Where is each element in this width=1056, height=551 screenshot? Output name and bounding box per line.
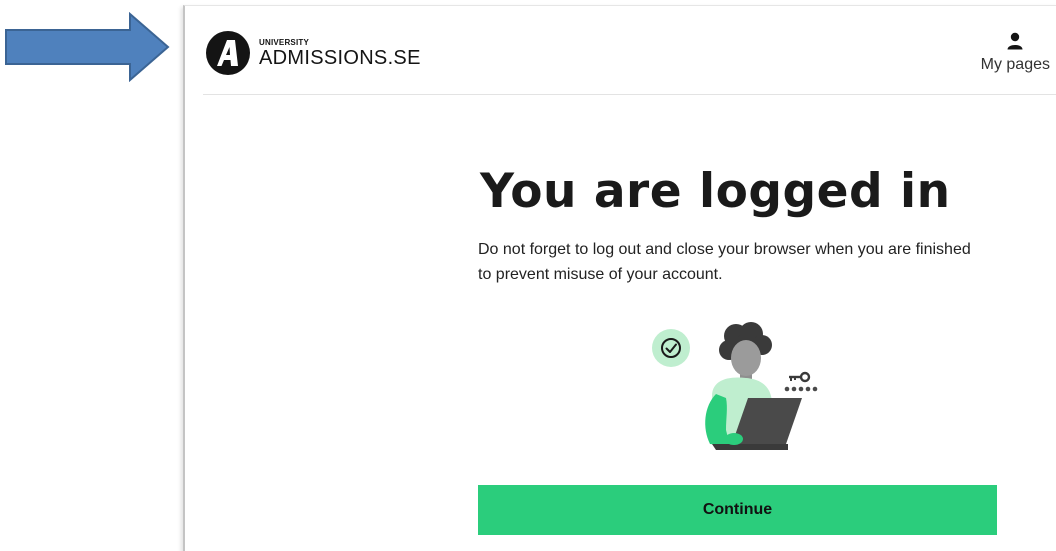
my-pages-link[interactable]: My pages [981,32,1050,74]
person-face [731,340,761,376]
person-hand [725,433,743,445]
logout-reminder-text: Do not forget to log out and close your … [478,241,971,283]
person-icon [1007,32,1023,50]
continue-button[interactable]: Continue [478,485,997,535]
my-pages-label: My pages [980,56,1050,73]
site-logo[interactable]: UNIVERSITY ADMISSIONS.SE [206,30,421,76]
site-header: UNIVERSITY ADMISSIONS.SE My pages [203,6,1056,95]
key-icon [789,371,811,383]
logo-wordmark: UNIVERSITY ADMISSIONS.SE [259,37,421,69]
check-circle-icon [652,329,690,367]
logo-a-icon [217,40,238,66]
screenshot-stage: UNIVERSITY ADMISSIONS.SE My pages You ar… [0,0,1056,551]
logged-in-illustration [652,322,818,450]
password-dots-icon [784,386,818,392]
logo-big-text: ADMISSIONS.SE [259,46,421,69]
page-title: You are logged in [480,164,951,219]
logo-mark [206,31,250,75]
right-arrow-icon [5,12,170,82]
browser-page: UNIVERSITY ADMISSIONS.SE My pages You ar… [183,5,1056,551]
logo-small-text: UNIVERSITY [259,37,310,47]
